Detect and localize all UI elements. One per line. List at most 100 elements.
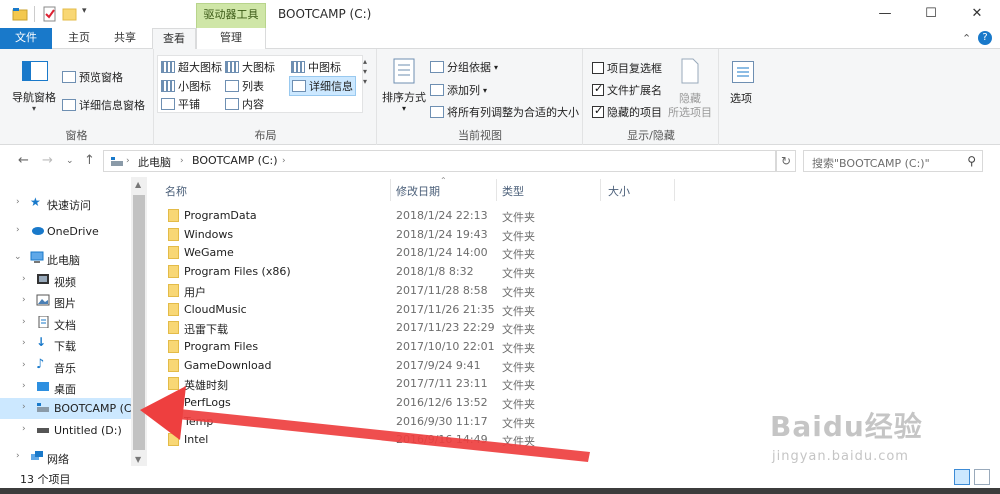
chevron-right-icon[interactable]: › — [22, 381, 26, 391]
file-row[interactable]: 迅雷下载 2017/11/23 22:29 文件夹 — [160, 319, 660, 337]
nav-item-music[interactable]: › ♪ 音乐 — [0, 356, 131, 377]
breadcrumb-bootcamp[interactable]: BOOTCAMP (C:) — [192, 154, 278, 167]
tab-file[interactable]: 文件 — [0, 28, 52, 49]
nav-scrollbar[interactable]: ▲ ▼ — [131, 177, 147, 466]
column-divider[interactable] — [496, 179, 497, 201]
customize-toolbar-icon[interactable]: ▾ — [82, 6, 98, 22]
chevron-right-icon[interactable]: › — [16, 225, 20, 235]
file-row[interactable]: ProgramData 2018/1/24 22:13 文件夹 — [160, 207, 660, 225]
collapse-ribbon-icon[interactable]: ⌃ — [962, 32, 971, 45]
content-option[interactable]: 内容 — [225, 96, 264, 112]
nav-item-bootcamp[interactable]: › BOOTCAMP (C — [0, 398, 132, 419]
column-header-type[interactable]: 类型 — [502, 183, 524, 199]
tab-home[interactable]: 主页 — [58, 28, 100, 49]
file-row[interactable]: Windows 2018/1/24 19:43 文件夹 — [160, 226, 660, 244]
nav-pane-button[interactable]: 导航窗格 — [12, 89, 56, 105]
chevron-right-icon[interactable]: › — [22, 360, 26, 370]
chevron-right-icon[interactable]: › — [22, 338, 26, 348]
details-pane-button[interactable]: 详细信息窗格 — [62, 97, 145, 113]
hidden-items-toggle[interactable]: 隐藏的项目 — [592, 104, 662, 120]
item-checkboxes-toggle[interactable]: 项目复选框 — [592, 60, 662, 76]
list-option[interactable]: 列表 — [225, 78, 264, 94]
nav-item-documents[interactable]: › 文档 — [0, 313, 131, 334]
nav-item-network[interactable]: › 网络 — [0, 447, 131, 466]
medium-icons-option[interactable]: 中图标 — [291, 59, 341, 75]
nav-item-untitled[interactable]: › Untitled (D:) — [0, 420, 131, 441]
sort-by-button[interactable]: 排序方式 — [382, 89, 426, 105]
column-header-date[interactable]: 修改日期 — [396, 183, 440, 199]
properties-icon[interactable] — [42, 6, 58, 22]
file-extensions-checkbox[interactable] — [592, 82, 604, 96]
file-row[interactable]: Temp 2016/9/30 11:17 文件夹 — [160, 413, 660, 431]
options-button[interactable]: 选项 — [730, 90, 752, 106]
tiles-option[interactable]: 平铺 — [161, 96, 200, 112]
nav-item-videos[interactable]: › 视频 — [0, 270, 131, 291]
nav-pane-dropdown-icon[interactable]: ▾ — [32, 104, 36, 113]
file-extensions-toggle[interactable]: 文件扩展名 — [592, 82, 662, 98]
maximize-button[interactable]: ☐ — [908, 0, 954, 28]
file-row[interactable]: 用户 2017/11/28 8:58 文件夹 — [160, 282, 660, 300]
small-icons-option[interactable]: 小图标 — [161, 78, 211, 94]
file-row[interactable]: GameDownload 2017/9/24 9:41 文件夹 — [160, 357, 660, 375]
hidden-items-checkbox[interactable] — [592, 104, 604, 118]
preview-pane-button[interactable]: 预览窗格 — [62, 69, 123, 85]
column-divider[interactable] — [674, 179, 675, 201]
tab-share[interactable]: 共享 — [104, 28, 146, 49]
chevron-right-icon[interactable]: › — [22, 317, 26, 327]
file-row[interactable]: Intel 2016/9/16 14:49 文件夹 — [160, 431, 660, 449]
search-input[interactable]: 搜索"BOOTCAMP (C:)" ⚲ — [803, 150, 983, 172]
gallery-scroll-icon[interactable]: ▴ ▾ ▾ — [363, 57, 367, 87]
details-option[interactable]: 详细信息 — [289, 76, 356, 96]
nav-item-pictures[interactable]: › 图片 — [0, 291, 131, 312]
nav-item-onedrive[interactable]: › OneDrive — [0, 221, 131, 242]
fit-columns-button[interactable]: 将所有列调整为合适的大小 — [430, 104, 579, 120]
nav-scroll-thumb[interactable] — [133, 195, 145, 450]
refresh-button[interactable]: ↻ — [776, 150, 796, 172]
chevron-right-icon[interactable]: › — [16, 197, 20, 207]
file-row[interactable]: CloudMusic 2017/11/26 21:35 文件夹 — [160, 301, 660, 319]
nav-item-this-pc[interactable]: ⌄ 此电脑 — [0, 248, 131, 269]
chevron-right-icon[interactable]: › — [22, 402, 26, 412]
nav-item-downloads[interactable]: › ↓ 下载 — [0, 334, 131, 355]
chevron-right-icon[interactable]: › — [22, 274, 26, 284]
chevron-down-icon[interactable]: ⌄ — [14, 252, 22, 262]
file-row[interactable]: 英雄时刻 2017/7/11 23:11 文件夹 — [160, 375, 660, 393]
chevron-right-icon[interactable]: › — [16, 451, 20, 461]
sort-dropdown-icon[interactable]: ▾ — [402, 104, 406, 113]
tab-manage[interactable]: 管理 — [196, 28, 266, 49]
sort-icon[interactable] — [392, 57, 416, 85]
address-bar[interactable]: › 此电脑 › BOOTCAMP (C:) › ⌄ — [103, 150, 867, 172]
scroll-down-icon[interactable]: ▼ — [135, 455, 141, 464]
column-header-size[interactable]: 大小 — [608, 183, 630, 199]
chevron-right-icon[interactable]: › — [22, 295, 26, 305]
explorer-icon[interactable] — [12, 6, 28, 22]
forward-arrow-icon[interactable]: → — [42, 153, 53, 168]
new-folder-icon[interactable] — [62, 6, 78, 22]
recent-locations-icon[interactable]: ⌄ — [66, 156, 74, 166]
search-icon[interactable]: ⚲ — [967, 154, 976, 168]
add-columns-button[interactable]: 添加列 ▾ — [430, 82, 487, 98]
nav-item-quick-access[interactable]: › ★ 快速访问 — [0, 193, 131, 214]
options-icon[interactable] — [732, 61, 754, 83]
chevron-right-icon[interactable]: › — [22, 424, 26, 434]
tab-view[interactable]: 查看 — [152, 28, 196, 50]
up-arrow-icon[interactable]: ↑ — [84, 153, 95, 168]
back-arrow-icon[interactable]: ← — [18, 153, 29, 168]
scroll-up-icon[interactable]: ▲ — [135, 180, 141, 189]
item-checkboxes-checkbox[interactable] — [592, 62, 604, 74]
file-row[interactable]: Program Files 2017/10/10 22:01 文件夹 — [160, 338, 660, 356]
close-button[interactable]: ✕ — [954, 0, 1000, 28]
column-header-name[interactable]: 名称 — [165, 183, 187, 199]
nav-pane-icon[interactable] — [22, 61, 48, 81]
help-icon[interactable]: ? — [978, 31, 992, 45]
group-by-button[interactable]: 分组依据 ▾ — [430, 59, 498, 75]
file-row[interactable]: WeGame 2018/1/24 14:00 文件夹 — [160, 244, 660, 262]
minimize-button[interactable]: — — [862, 0, 908, 28]
file-row[interactable]: Program Files (x86) 2018/1/8 8:32 文件夹 — [160, 263, 660, 281]
large-icons-option[interactable]: 大图标 — [225, 59, 275, 75]
breadcrumb-this-pc[interactable]: 此电脑 — [138, 154, 171, 170]
drive-tools-context-tab[interactable]: 驱动器工具 — [196, 3, 266, 28]
extra-large-icons-option[interactable]: 超大图标 — [161, 59, 222, 75]
file-row[interactable]: PerfLogs 2016/12/6 13:52 文件夹 — [160, 394, 660, 412]
nav-item-desktop[interactable]: › 桌面 — [0, 377, 131, 398]
